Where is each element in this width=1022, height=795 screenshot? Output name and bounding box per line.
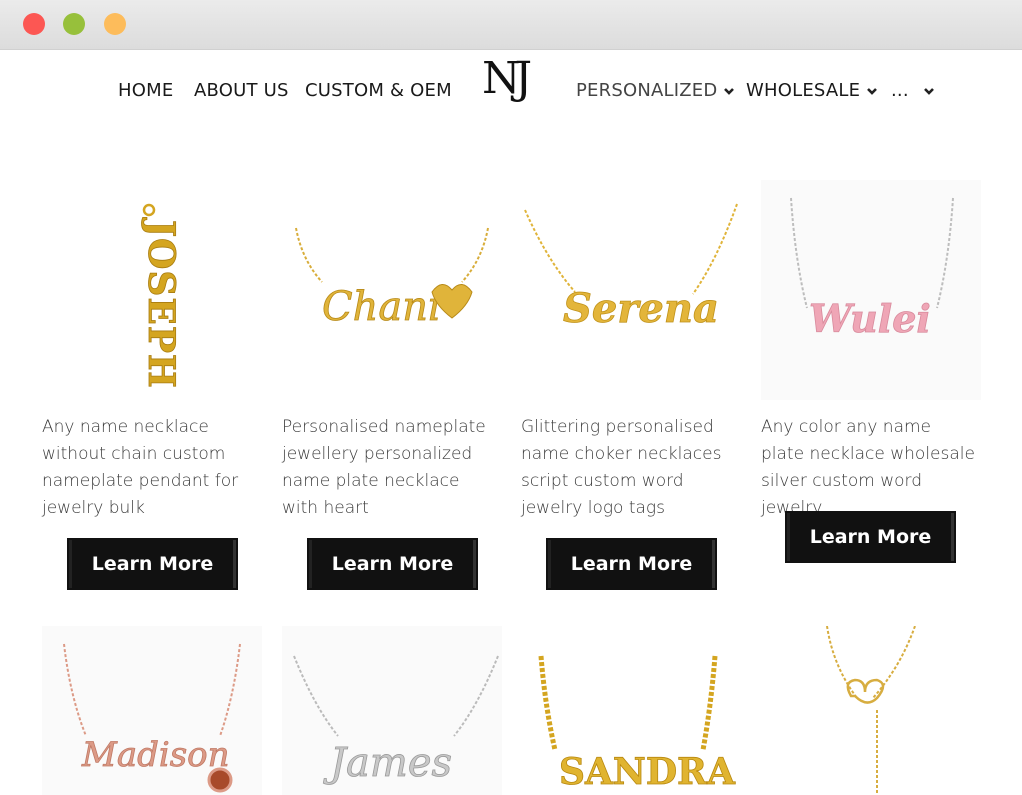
product-image[interactable]: Chani xyxy=(282,180,502,400)
product-description: Any name necklace without chain custom n… xyxy=(42,417,239,518)
nav-more-label: ... xyxy=(891,80,909,101)
window-titlebar xyxy=(0,0,1022,50)
nav-about-us[interactable]: ABOUT US xyxy=(194,80,289,101)
product-image[interactable]: Wulei xyxy=(761,180,981,400)
chevron-down-icon xyxy=(724,88,735,95)
svg-text:Serena: Serena xyxy=(563,285,719,332)
product-name: JOSEPH xyxy=(140,217,182,389)
product-name: SANDRA xyxy=(559,751,736,793)
svg-text:Chani: Chani xyxy=(322,284,441,330)
chevron-down-icon xyxy=(923,88,934,95)
nav-wholesale-label: WHOLESALE xyxy=(746,80,861,101)
nav-more[interactable]: ... xyxy=(891,80,935,101)
site-logo[interactable]: NJ xyxy=(482,52,542,106)
svg-text:Madison: Madison xyxy=(81,735,230,775)
learn-more-button[interactable]: Learn More xyxy=(785,511,956,563)
svg-text:James: James xyxy=(323,740,452,786)
minimize-window-button[interactable] xyxy=(63,13,85,35)
product-description: Any color any name plate necklace wholes… xyxy=(761,417,975,518)
nav-custom-oem[interactable]: CUSTOM & OEM xyxy=(305,80,452,101)
product-image[interactable]: James xyxy=(282,626,502,795)
learn-more-button[interactable]: Learn More xyxy=(67,538,238,590)
nav-wholesale[interactable]: WHOLESALE xyxy=(746,80,878,101)
product-name: James xyxy=(323,740,452,786)
product-image[interactable]: SANDRA xyxy=(521,626,741,795)
product-name: Serena xyxy=(563,285,719,332)
product-image[interactable] xyxy=(761,626,981,795)
maximize-window-button[interactable] xyxy=(104,13,126,35)
product-image[interactable]: Madison xyxy=(42,626,262,795)
product-image[interactable]: JOSEPH xyxy=(42,180,262,400)
product-description: Glittering personalised name choker neck… xyxy=(521,417,722,518)
nav-personalized[interactable]: PERSONALIZED xyxy=(576,80,735,101)
product-name: Chani xyxy=(322,284,441,330)
main-navigation: HOME ABOUT US CUSTOM & OEM NJ PERSONALIZ… xyxy=(0,50,1022,130)
close-window-button[interactable] xyxy=(23,13,45,35)
svg-text:Wulei: Wulei xyxy=(809,296,931,341)
product-name: Wulei xyxy=(809,296,931,341)
nav-personalized-label: PERSONALIZED xyxy=(576,80,718,101)
learn-more-button[interactable]: Learn More xyxy=(307,538,478,590)
learn-more-button[interactable]: Learn More xyxy=(546,538,717,590)
svg-text:JOSEPH: JOSEPH xyxy=(140,217,182,389)
svg-text:SANDRA: SANDRA xyxy=(559,751,736,793)
nav-home[interactable]: HOME xyxy=(118,80,173,101)
product-name: Madison xyxy=(81,735,230,775)
chevron-down-icon xyxy=(867,88,878,95)
product-description: Personalised nameplate jewellery persona… xyxy=(282,417,486,518)
product-image[interactable]: Serena xyxy=(521,180,741,400)
